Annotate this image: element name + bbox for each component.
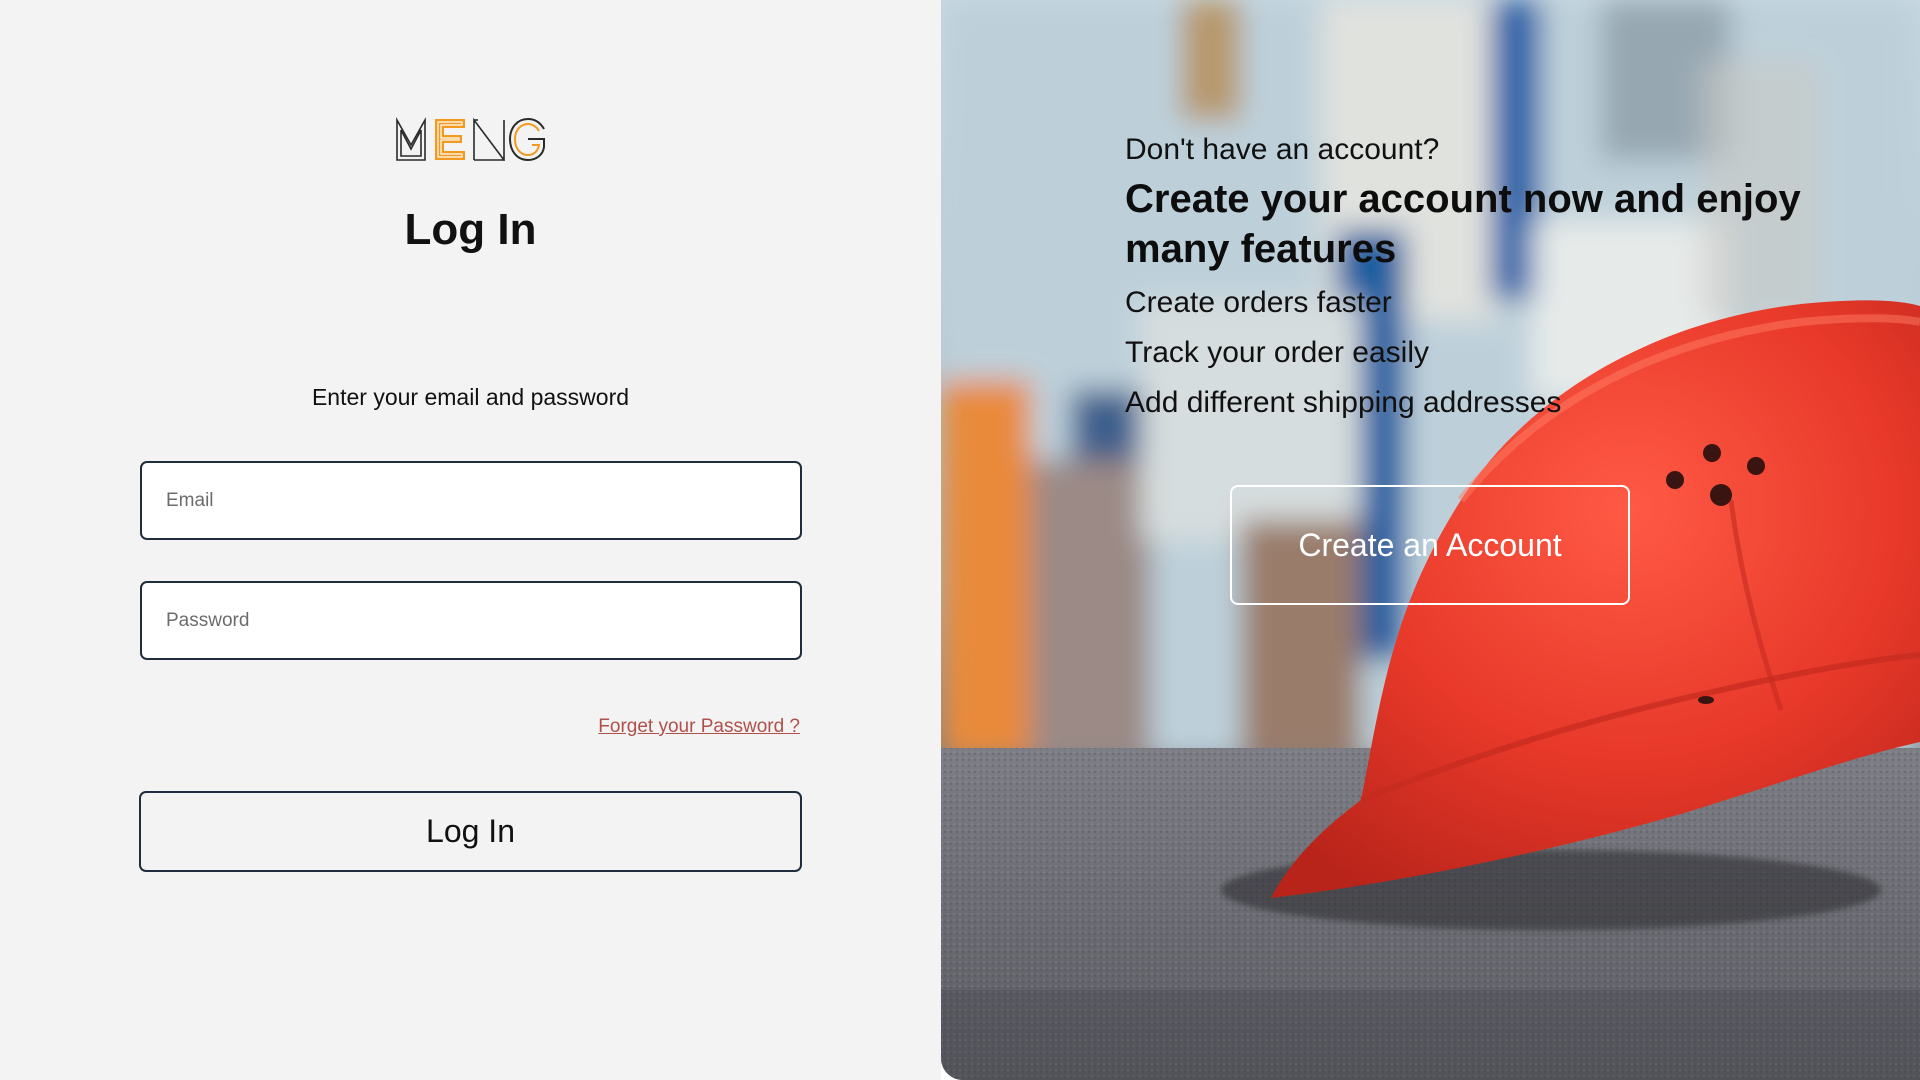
forgot-password-link[interactable]: Forget your Password ? xyxy=(598,715,800,739)
logo-letter-g xyxy=(508,117,545,161)
password-field[interactable] xyxy=(140,581,802,660)
email-input[interactable] xyxy=(142,463,800,538)
login-button[interactable]: Log In xyxy=(139,791,802,872)
feature-item: Create orders faster xyxy=(1125,286,1392,319)
page-title: Log In xyxy=(404,205,537,254)
create-account-button[interactable]: Create an Account xyxy=(1230,485,1630,605)
signup-question: Don't have an account? xyxy=(1125,133,1440,166)
meng-logo xyxy=(396,117,545,161)
password-input[interactable] xyxy=(142,583,800,658)
feature-item: Track your order easily xyxy=(1125,336,1429,369)
feature-item: Add different shipping addresses xyxy=(1125,386,1562,419)
signup-pitch: Don't have an account? Create your accou… xyxy=(1125,130,1845,428)
login-panel: Log In Enter your email and password For… xyxy=(0,0,941,1080)
logo-letter-e xyxy=(435,119,465,160)
login-instructions: Enter your email and password xyxy=(311,384,630,410)
signup-headline: Create your account now and enjoy many f… xyxy=(1125,177,1801,271)
login-page: Log In Enter your email and password For… xyxy=(0,0,1920,1080)
logo-letter-n xyxy=(473,117,505,161)
logo-letter-m xyxy=(396,117,426,161)
email-field[interactable] xyxy=(140,461,802,540)
signup-panel: Don't have an account? Create your accou… xyxy=(941,0,1920,1080)
